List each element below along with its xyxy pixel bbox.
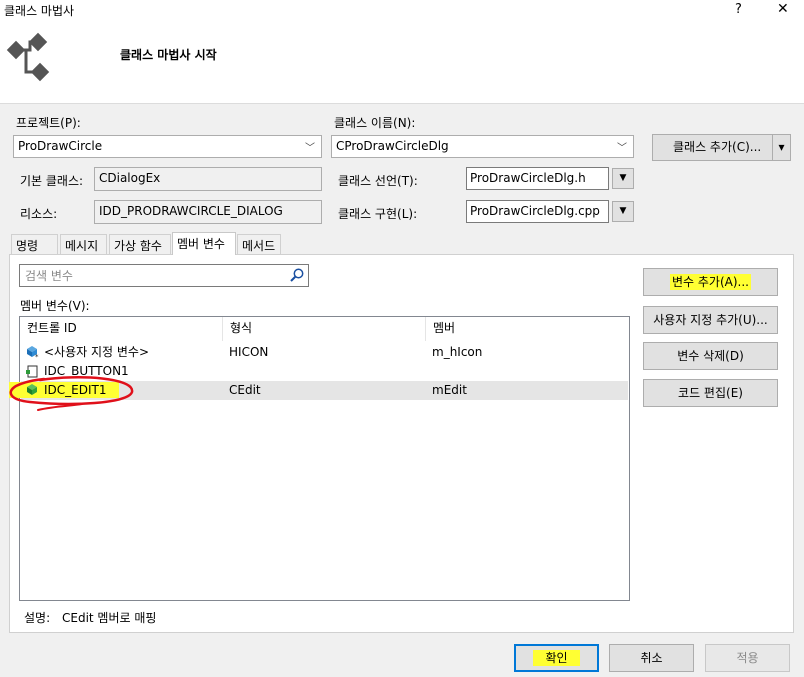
class-decl-dropdown-icon[interactable]: ▼ bbox=[612, 168, 634, 189]
base-class-label: 기본 클래스: bbox=[20, 174, 84, 188]
add-custom-button[interactable]: 사용자 지정 추가(U)... bbox=[643, 306, 778, 334]
custom-variable-icon: * bbox=[27, 346, 39, 359]
resource-label: 리소스: bbox=[20, 207, 58, 221]
row-member: m_hIcon bbox=[432, 345, 483, 359]
class-name-value: CProDrawCircleDlg bbox=[336, 139, 449, 153]
add-variable-label: 변수 추가(A)... bbox=[670, 274, 751, 290]
tab-virtual-functions[interactable]: 가상 함수 bbox=[109, 234, 171, 254]
search-box[interactable] bbox=[19, 264, 309, 287]
project-label: 프로젝트(P): bbox=[16, 116, 81, 130]
wizard-header: 클래스 마법사 시작 bbox=[0, 24, 804, 104]
chevron-down-icon: ﹀ bbox=[617, 143, 627, 154]
class-name-combo[interactable]: CProDrawCircleDlg ﹀ bbox=[331, 135, 634, 158]
title-bar: 클래스 마법사 ? ✕ bbox=[0, 0, 804, 24]
row-member: mEdit bbox=[432, 383, 467, 397]
annotation-ellipse bbox=[9, 376, 134, 411]
class-decl-label: 클래스 선언(T): bbox=[338, 174, 418, 188]
chevron-down-icon: ﹀ bbox=[305, 143, 315, 154]
delete-variable-button[interactable]: 변수 삭제(D) bbox=[643, 342, 778, 370]
column-header-member[interactable]: 멤버 bbox=[426, 317, 629, 341]
description-label: 설명: bbox=[24, 611, 51, 625]
column-header-type[interactable]: 형식 bbox=[223, 317, 426, 341]
apply-button[interactable]: 적용 bbox=[705, 644, 790, 672]
class-decl-field[interactable]: ProDrawCircleDlg.h bbox=[466, 167, 609, 190]
window-title: 클래스 마법사 bbox=[4, 4, 75, 18]
header-title: 클래스 마법사 시작 bbox=[120, 48, 217, 62]
class-impl-label: 클래스 구현(L): bbox=[338, 207, 418, 221]
row-control-id: <사용자 지정 변수> bbox=[44, 345, 150, 359]
help-button[interactable]: ? bbox=[735, 2, 747, 20]
class-impl-field[interactable]: ProDrawCircleDlg.cpp bbox=[466, 200, 609, 223]
class-impl-value: ProDrawCircleDlg.cpp bbox=[470, 204, 600, 218]
class-decl-value: ProDrawCircleDlg.h bbox=[470, 171, 586, 185]
row-type: CEdit bbox=[229, 383, 261, 397]
description-value: CEdit 멤버로 매핑 bbox=[62, 611, 157, 625]
table-row[interactable]: * <사용자 지정 변수> HICON m_hIcon bbox=[21, 343, 628, 362]
add-class-dropdown-icon[interactable]: ▾ bbox=[772, 135, 790, 160]
tab-methods[interactable]: 메서드 bbox=[237, 234, 281, 254]
cancel-button[interactable]: 취소 bbox=[609, 644, 694, 672]
add-class-button[interactable]: 클래스 추가(C)... ▾ bbox=[652, 134, 791, 161]
base-class-field: CDialogEx bbox=[94, 167, 322, 191]
class-name-label: 클래스 이름(N): bbox=[334, 116, 416, 130]
row-type: HICON bbox=[229, 345, 269, 359]
project-value: ProDrawCircle bbox=[18, 139, 103, 153]
svg-text:*: * bbox=[35, 353, 39, 359]
tab-commands[interactable]: 명령 bbox=[11, 234, 58, 254]
ok-label: 확인 bbox=[533, 650, 580, 666]
edit-code-button[interactable]: 코드 편집(E) bbox=[643, 379, 778, 407]
member-variables-list[interactable]: 컨트롤 ID 형식 멤버 * <사용자 지정 변수> HICON m_hIcon… bbox=[9, 316, 630, 601]
member-variables-label: 멤버 변수(V): bbox=[20, 299, 90, 313]
search-input[interactable] bbox=[23, 266, 281, 286]
add-variable-button[interactable]: 변수 추가(A)... bbox=[643, 268, 778, 296]
resource-value: IDD_PRODRAWCIRCLE_DIALOG bbox=[99, 204, 283, 218]
class-impl-dropdown-icon[interactable]: ▼ bbox=[612, 201, 634, 222]
add-class-label: 클래스 추가(C)... bbox=[673, 140, 762, 154]
column-header-control-id[interactable]: 컨트롤 ID bbox=[20, 317, 223, 341]
tab-member-variables[interactable]: 멤버 변수 bbox=[172, 232, 236, 255]
project-combo[interactable]: ProDrawCircle ﹀ bbox=[13, 135, 322, 158]
close-button[interactable]: ✕ bbox=[777, 1, 791, 21]
tab-messages[interactable]: 메시지 bbox=[60, 234, 107, 254]
ok-button[interactable]: 확인 bbox=[514, 644, 599, 672]
base-class-value: CDialogEx bbox=[99, 171, 161, 185]
class-wizard-icon bbox=[6, 32, 50, 82]
search-icon[interactable] bbox=[289, 267, 305, 283]
resource-field: IDD_PRODRAWCIRCLE_DIALOG bbox=[94, 200, 322, 224]
